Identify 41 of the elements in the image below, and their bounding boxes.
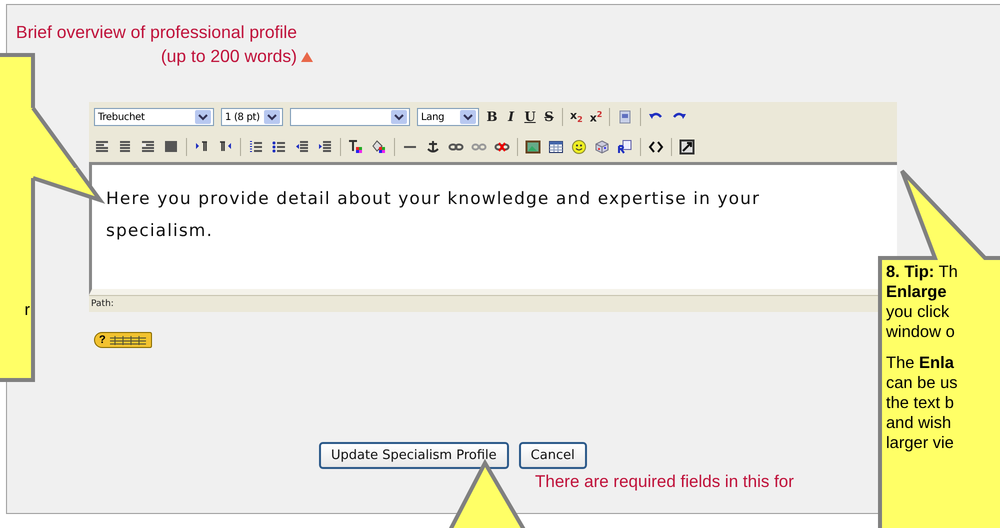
callout-text: The Enla can be us the text b and wish larger vie bbox=[886, 353, 959, 453]
chevron-down-icon[interactable] bbox=[264, 110, 280, 124]
format-button[interactable]: S bbox=[543, 110, 555, 124]
keyboard-icon bbox=[108, 336, 147, 344]
required-fields-note: There are required fields in this for bbox=[535, 472, 795, 492]
align-left-icon[interactable] bbox=[94, 139, 110, 155]
paste-icon[interactable] bbox=[617, 109, 634, 125]
text-color-icon[interactable] bbox=[348, 139, 364, 155]
cube-icon[interactable] bbox=[594, 139, 610, 155]
chevron-down-icon[interactable] bbox=[195, 110, 211, 124]
enlarge-icon[interactable] bbox=[679, 139, 695, 155]
form-button[interactable]: Update Specialism Profile bbox=[319, 442, 509, 469]
anchor-icon[interactable] bbox=[425, 139, 441, 155]
dropdown[interactable]: 1 (8 pt) bbox=[221, 108, 283, 126]
fill-color-icon[interactable] bbox=[371, 139, 387, 155]
smiley-icon[interactable] bbox=[571, 139, 587, 155]
indent-icon[interactable] bbox=[317, 139, 333, 155]
align-center-icon[interactable] bbox=[117, 139, 133, 155]
dropdown[interactable]: Lang bbox=[417, 108, 479, 126]
bullet-list-icon[interactable] bbox=[271, 139, 287, 155]
script-button[interactable]: x$_{2}$ bbox=[570, 109, 583, 125]
numbered-list-icon[interactable] bbox=[248, 139, 264, 155]
script-button[interactable]: x$^{2}$ bbox=[590, 110, 602, 124]
dropdown[interactable]: Trebuchet bbox=[94, 108, 214, 126]
form-button[interactable]: Cancel bbox=[518, 442, 587, 469]
editor-text: Here you provide detail about your knowledge and expertise in your specialism. bbox=[106, 188, 762, 243]
format-button[interactable]: B bbox=[486, 110, 498, 124]
table-icon[interactable] bbox=[548, 139, 564, 155]
format-button[interactable]: U bbox=[524, 110, 536, 124]
document-replace-icon[interactable] bbox=[617, 139, 633, 155]
chevron-down-icon[interactable] bbox=[391, 110, 407, 124]
code-icon[interactable] bbox=[648, 139, 664, 155]
format-button[interactable]: I bbox=[505, 110, 517, 124]
chevron-down-icon[interactable] bbox=[460, 110, 476, 124]
field-label: Brief overview of professional profile (up to 200 words) bbox=[15, 21, 297, 68]
help-button[interactable]: ? bbox=[94, 332, 152, 348]
align-justify-icon[interactable] bbox=[163, 139, 179, 155]
image-icon[interactable] bbox=[525, 139, 541, 155]
outdent-icon[interactable] bbox=[294, 139, 310, 155]
callout-text: r bbox=[24, 300, 30, 320]
align-right-icon[interactable] bbox=[140, 139, 156, 155]
